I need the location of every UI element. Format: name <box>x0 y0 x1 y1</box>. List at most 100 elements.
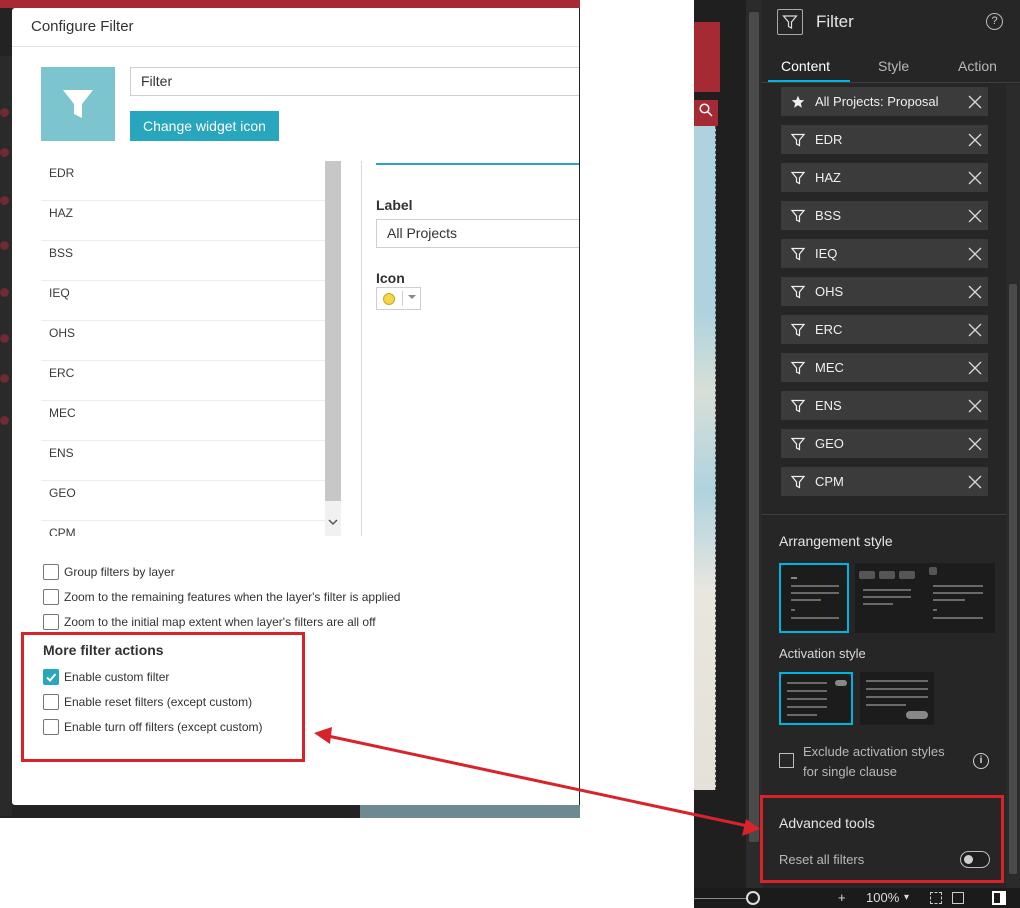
close-icon[interactable] <box>967 398 983 414</box>
divider <box>402 291 403 306</box>
map-preview[interactable] <box>694 126 716 790</box>
filter-list-item[interactable]: BSS <box>41 241 325 281</box>
label-input[interactable]: All Projects <box>376 219 579 248</box>
help-icon[interactable]: ? <box>986 13 1003 30</box>
close-icon[interactable] <box>967 284 983 300</box>
zoom-remaining-option[interactable]: Zoom to the remaining features when the … <box>43 588 400 606</box>
group-filters-option[interactable]: Group filters by layer <box>43 563 175 581</box>
preview-block <box>879 571 895 579</box>
scrollbar-thumb[interactable] <box>325 161 341 501</box>
label-caption: Label <box>376 197 413 213</box>
filter-list-item[interactable]: HAZ <box>41 201 325 241</box>
filter-icon <box>791 285 805 299</box>
close-icon[interactable] <box>967 436 983 452</box>
filter-chip[interactable]: BSS <box>781 201 988 230</box>
tab-style[interactable]: Style <box>878 58 909 74</box>
zoom-level[interactable]: 100% <box>866 888 899 908</box>
close-icon[interactable] <box>967 246 983 262</box>
highlight-advanced-tools <box>760 795 1004 883</box>
fit-width-icon[interactable] <box>952 892 964 904</box>
panel-title: Filter <box>816 12 854 31</box>
preview-line <box>866 696 928 698</box>
filter-list-item[interactable]: IEQ <box>41 281 325 321</box>
filter-chip-label: EDR <box>815 132 843 147</box>
zoom-initial-option[interactable]: Zoom to the initial map extent when laye… <box>43 613 376 631</box>
dialog-title: Configure Filter <box>31 18 134 35</box>
filter-list-item[interactable]: GEO <box>41 481 325 521</box>
filter-chip[interactable]: MEC <box>781 353 988 382</box>
group-filters-checkbox[interactable] <box>43 564 59 580</box>
background-marker <box>0 108 9 117</box>
filter-list-item[interactable]: CPM <box>41 521 325 536</box>
zoom-in-button[interactable]: + <box>838 888 846 908</box>
filter-chip[interactable]: OHS <box>781 277 988 306</box>
close-icon[interactable] <box>967 170 983 186</box>
chevron-down-icon[interactable] <box>328 517 338 527</box>
filter-chip[interactable]: ENS <box>781 391 988 420</box>
exclude-activation-checkbox[interactable] <box>779 753 794 768</box>
preview-line <box>863 603 893 605</box>
filter-settings-panel: Filter ? Content Style Action All Projec… <box>762 0 1020 888</box>
preview-line <box>787 698 827 700</box>
background-marker <box>0 288 9 297</box>
close-icon[interactable] <box>967 474 983 490</box>
arrangement-style-block-option[interactable] <box>779 563 849 633</box>
arrangement-style-inline-option[interactable] <box>855 563 925 633</box>
scrollbar-thumb[interactable] <box>1009 284 1017 874</box>
zoom-toolbar: + 100% ▾ <box>694 888 1020 908</box>
icon-picker[interactable] <box>376 287 421 310</box>
preview-line <box>791 609 795 611</box>
activation-style-button-option[interactable] <box>860 672 934 725</box>
filter-chip[interactable]: HAZ <box>781 163 988 192</box>
filter-list-item[interactable]: MEC <box>41 401 325 441</box>
filter-icon <box>791 209 805 223</box>
zoom-remaining-checkbox[interactable] <box>43 589 59 605</box>
preview-line <box>866 680 928 682</box>
change-widget-icon-button[interactable]: Change widget icon <box>130 111 279 141</box>
zoom-slider-track[interactable] <box>694 898 754 899</box>
chevron-down-icon[interactable]: ▾ <box>904 888 909 908</box>
detail-tab-indicator <box>376 163 579 165</box>
filter-list-item[interactable]: ENS <box>41 441 325 481</box>
scrollbar-thumb[interactable] <box>749 12 759 842</box>
filter-chip-label: BSS <box>815 208 842 223</box>
filter-chip-label: HAZ <box>815 170 841 185</box>
close-icon[interactable] <box>967 208 983 224</box>
filter-list-item[interactable]: ERC <box>41 361 325 401</box>
close-icon[interactable] <box>967 132 983 148</box>
preview-line <box>787 690 827 692</box>
filter-chip[interactable]: All Projects: Proposal <box>781 87 988 116</box>
arrangement-style-popper-option[interactable] <box>925 563 995 633</box>
filter-icon <box>791 475 805 489</box>
tab-content[interactable]: Content <box>781 58 830 74</box>
filter-list-item[interactable]: OHS <box>41 321 325 361</box>
filter-chip-label: All Projects: Proposal <box>815 94 939 109</box>
filter-chip-label: CPM <box>815 474 844 489</box>
widget-name-input[interactable]: Filter <box>130 67 579 96</box>
info-icon[interactable]: i <box>973 753 989 769</box>
chevron-down-icon <box>408 295 416 299</box>
preview-line <box>787 682 827 684</box>
filter-chip[interactable]: EDR <box>781 125 988 154</box>
zoom-slider-handle[interactable] <box>746 891 760 905</box>
search-icon[interactable] <box>694 100 718 124</box>
filter-list-scrollbar[interactable] <box>325 161 341 536</box>
canvas-scrollbar[interactable] <box>746 0 762 890</box>
fit-screen-icon[interactable] <box>930 892 942 904</box>
filter-chip[interactable]: ERC <box>781 315 988 344</box>
toggle-panel-icon[interactable] <box>992 891 1006 905</box>
close-icon[interactable] <box>967 360 983 376</box>
close-icon[interactable] <box>967 322 983 338</box>
panel-scrollbar[interactable] <box>1006 84 1020 888</box>
activation-style-title: Activation style <box>779 646 866 661</box>
filter-list-item[interactable]: EDR <box>41 161 325 201</box>
filter-chip[interactable]: CPM <box>781 467 988 496</box>
activation-style-toggle-option[interactable] <box>779 672 853 725</box>
close-icon[interactable] <box>967 94 983 110</box>
filter-chip[interactable]: IEQ <box>781 239 988 268</box>
preview-line <box>933 617 983 619</box>
tab-action[interactable]: Action <box>958 58 997 74</box>
option-label: Zoom to the remaining features when the … <box>64 590 401 604</box>
zoom-initial-checkbox[interactable] <box>43 614 59 630</box>
filter-chip[interactable]: GEO <box>781 429 988 458</box>
